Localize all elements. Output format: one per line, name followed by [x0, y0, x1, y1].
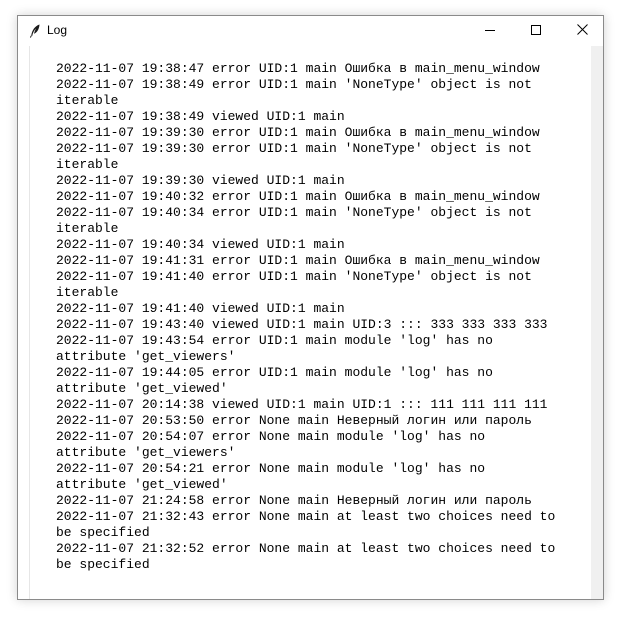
window-title: Log	[47, 23, 68, 37]
close-button[interactable]	[559, 16, 605, 46]
log-line: 2022-11-07 20:54:07 error None main modu…	[56, 429, 486, 460]
log-line: 2022-11-07 19:39:30 error UID:1 main Оши…	[56, 125, 540, 140]
log-line: 2022-11-07 20:54:21 error None main modu…	[56, 461, 486, 492]
minimize-button[interactable]	[467, 16, 513, 46]
log-window: Log 2022-11-07 19:38:47 error UID:1 main…	[17, 15, 604, 600]
log-line: 2022-11-07 19:41:31 error UID:1 main Оши…	[56, 253, 540, 268]
log-line: 2022-11-07 19:44:05 error UID:1 main mod…	[56, 365, 493, 396]
log-content: 2022-11-07 19:38:47 error UID:1 main Оши…	[56, 61, 584, 573]
log-line: 2022-11-07 19:40:34 error UID:1 main 'No…	[56, 205, 532, 236]
log-line: 2022-11-07 19:39:30 error UID:1 main 'No…	[56, 141, 532, 172]
log-line: 2022-11-07 19:38:47 error UID:1 main Оши…	[56, 61, 540, 76]
left-gutter	[18, 46, 29, 599]
log-line: 2022-11-07 21:24:58 error None main Неве…	[56, 493, 532, 508]
log-line: 2022-11-07 20:14:38 viewed UID:1 main UI…	[56, 397, 548, 412]
log-line: 2022-11-07 21:32:43 error None main at l…	[56, 509, 556, 540]
title-bar[interactable]: Log	[18, 16, 603, 46]
maximize-button[interactable]	[513, 16, 559, 46]
log-text-area[interactable]: 2022-11-07 19:38:47 error UID:1 main Оши…	[29, 46, 593, 599]
log-line: 2022-11-07 19:41:40 error UID:1 main 'No…	[56, 269, 532, 300]
feather-icon	[27, 23, 43, 39]
log-line: 2022-11-07 20:53:50 error None main Неве…	[56, 413, 532, 428]
log-line: 2022-11-07 21:32:52 error None main at l…	[56, 541, 556, 572]
log-line: 2022-11-07 19:43:54 error UID:1 main mod…	[56, 333, 493, 364]
log-line: 2022-11-07 19:39:30 viewed UID:1 main	[56, 173, 345, 188]
log-line: 2022-11-07 19:40:32 error UID:1 main Оши…	[56, 189, 540, 204]
log-line: 2022-11-07 19:38:49 viewed UID:1 main	[56, 109, 345, 124]
minimize-icon	[485, 22, 495, 40]
maximize-icon	[531, 22, 541, 40]
log-line: 2022-11-07 19:43:40 viewed UID:1 main UI…	[56, 317, 548, 332]
log-line: 2022-11-07 19:40:34 viewed UID:1 main	[56, 237, 345, 252]
log-line: 2022-11-07 19:41:40 viewed UID:1 main	[56, 301, 345, 316]
close-icon	[576, 22, 588, 40]
right-gutter	[591, 46, 603, 599]
log-line: 2022-11-07 19:38:49 error UID:1 main 'No…	[56, 77, 532, 108]
